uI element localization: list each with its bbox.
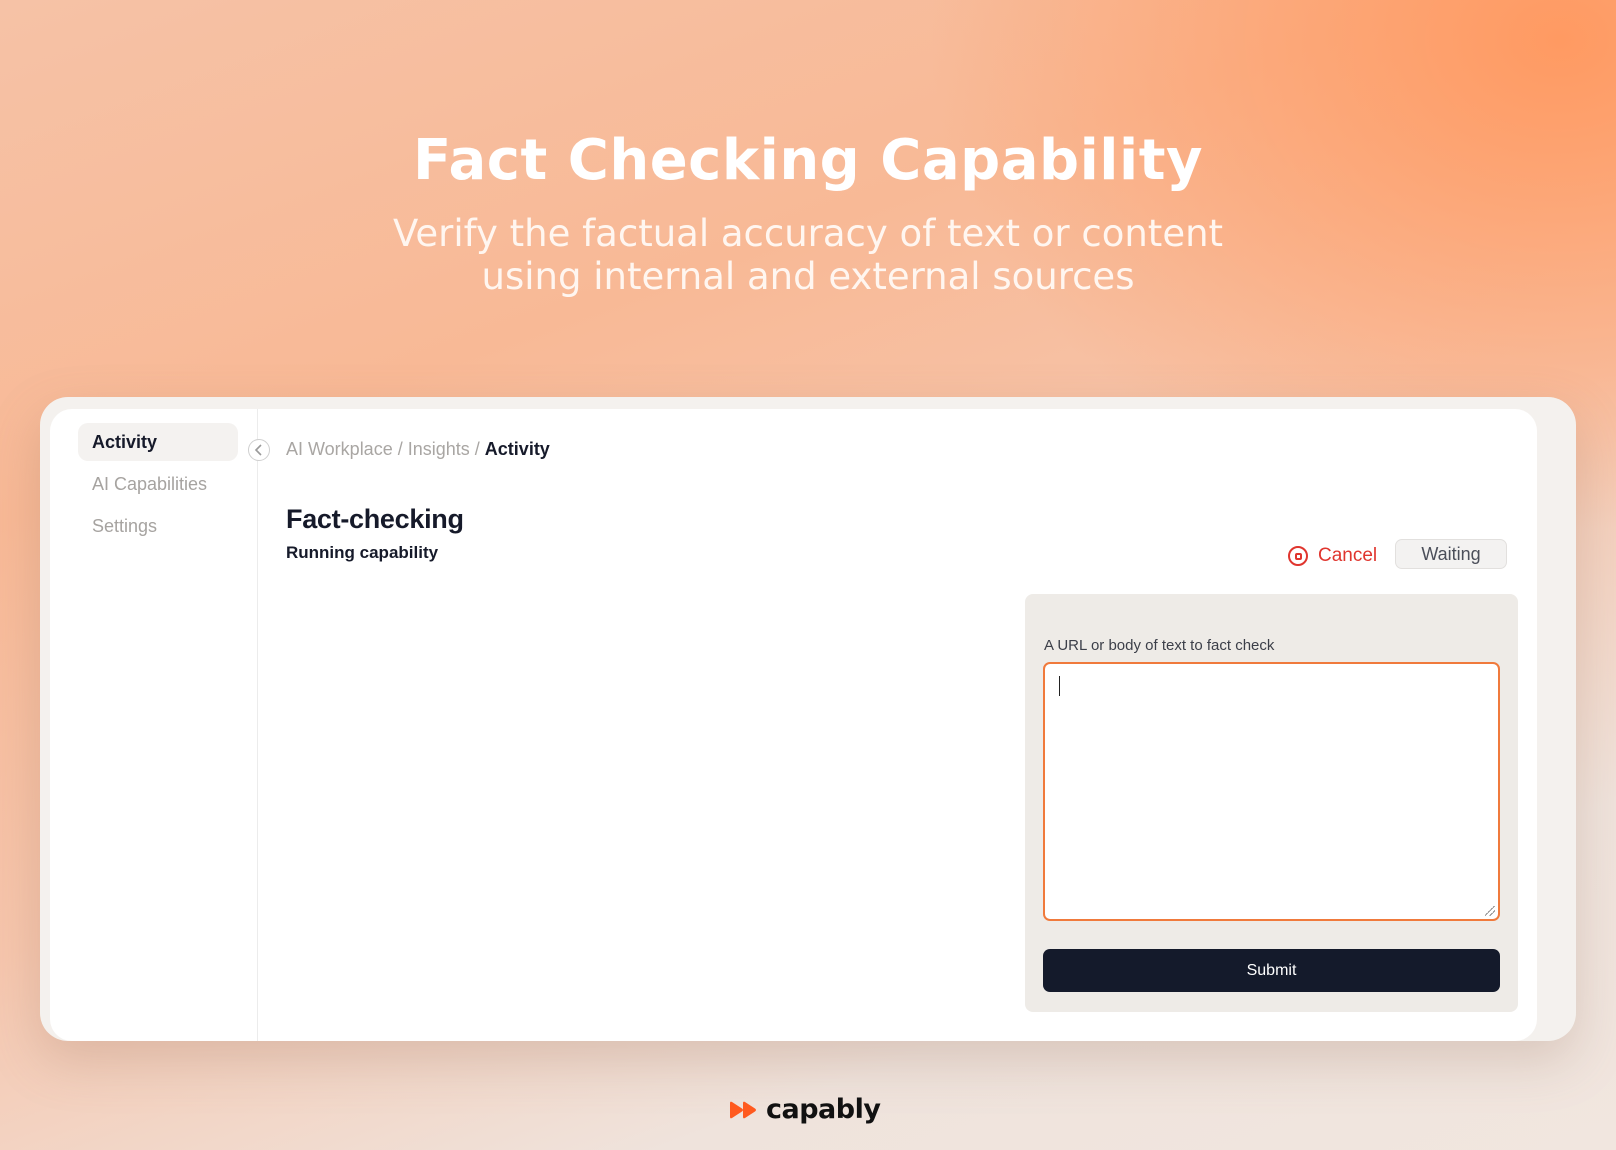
input-label: A URL or body of text to fact check [1044,637,1275,654]
page-title: Fact-checking [286,504,464,534]
breadcrumb-item-ai-workplace[interactable]: AI Workplace [286,439,393,459]
hero-subtitle-line-2: using internal and external sources [481,255,1135,298]
breadcrumb: AI Workplace / Insights / Activity [286,439,550,460]
cancel-button[interactable]: Cancel [1288,541,1377,571]
chevron-left-icon [254,444,262,456]
collapse-sidebar-button[interactable] [248,439,270,461]
breadcrumb-separator: / [469,439,485,459]
text-caret [1059,676,1060,696]
breadcrumb-current: Activity [484,439,550,459]
breadcrumb-separator: / [392,439,408,459]
sidebar-item-settings[interactable]: Settings [78,507,238,545]
sidebar-item-activity[interactable]: Activity [78,423,238,461]
cancel-label: Cancel [1318,545,1378,566]
fact-check-textarea[interactable] [1043,662,1500,921]
status-badge: Waiting [1395,539,1507,569]
sidebar-item-ai-capabilities[interactable]: AI Capabilities [78,465,238,503]
resize-handle[interactable] [1485,906,1495,916]
breadcrumb-item-insights[interactable]: Insights [408,439,470,459]
hero-subtitle: Verify the factual accuracy of text or c… [358,212,1258,298]
submit-button[interactable]: Submit [1043,949,1500,992]
app-panel: Activity AI Capabilities Settings AI Wor… [50,409,1537,1041]
capably-logo-icon [730,1101,758,1119]
page-subtitle: Running capability [286,543,439,562]
footer-logo: capably [730,1094,881,1125]
stop-circle-icon [1288,546,1308,566]
brand-name: capably [766,1094,881,1125]
hero-subtitle-line-1: Verify the factual accuracy of text or c… [392,212,1224,255]
sidebar: Activity AI Capabilities Settings [50,409,258,1041]
fact-check-form: A URL or body of text to fact check Subm… [1025,594,1518,1012]
hero-title: Fact Checking Capability [413,128,1203,193]
